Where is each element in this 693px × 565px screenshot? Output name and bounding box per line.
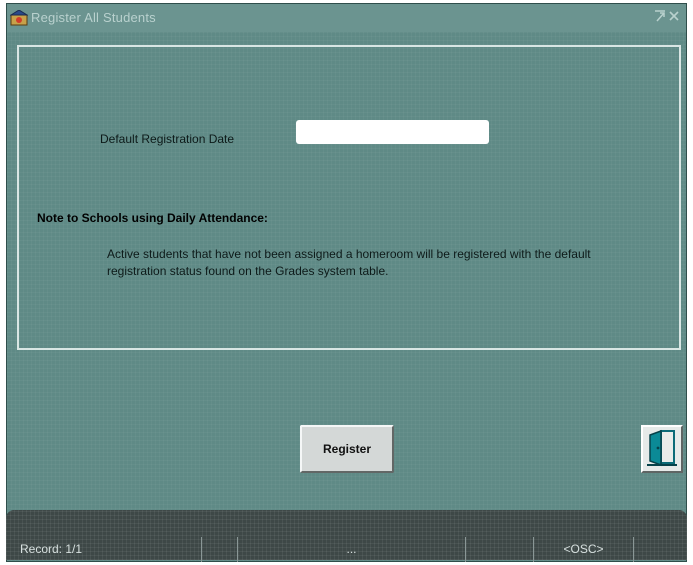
window-controls	[652, 9, 682, 27]
window-title: Register All Students	[31, 10, 156, 25]
status-record: Record: 1/1	[6, 537, 202, 562]
note-heading: Note to Schools using Daily Attendance:	[37, 211, 268, 225]
register-button[interactable]: Register	[300, 425, 394, 473]
status-cell-blank-1	[202, 537, 238, 562]
default-registration-date-input[interactable]	[296, 120, 489, 144]
status-cell-blank-3	[634, 537, 687, 562]
app-icon	[9, 9, 29, 26]
exit-door-icon	[644, 429, 680, 472]
status-mode: <OSC>	[534, 537, 634, 562]
status-cell-blank-2	[466, 537, 534, 562]
default-registration-date-label: Default Registration Date	[100, 132, 235, 146]
status-ellipsis: ...	[238, 537, 466, 562]
close-icon[interactable]	[668, 9, 680, 26]
note-body: Active students that have not been assig…	[107, 247, 591, 278]
exit-button[interactable]	[641, 425, 683, 473]
status-cells: Record: 1/1 ... <OSC>	[6, 537, 687, 562]
title-bar[interactable]: Register All Students	[7, 4, 686, 32]
restore-icon[interactable]	[654, 9, 666, 26]
form-panel	[17, 45, 681, 350]
